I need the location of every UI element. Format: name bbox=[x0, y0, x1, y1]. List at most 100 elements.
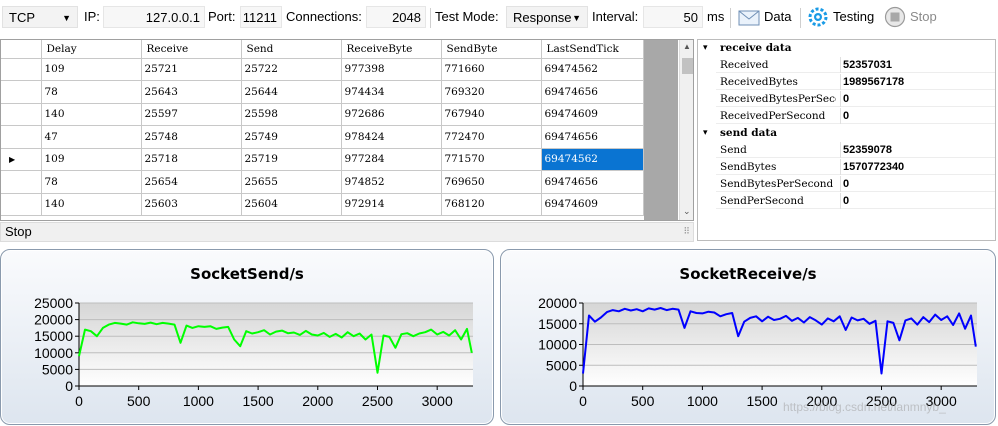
row-header[interactable] bbox=[1, 103, 42, 126]
table-cell[interactable]: 974434 bbox=[341, 80, 442, 104]
receive-chart: 050001000015000200000 500 1000 1500 2000 2500… bbox=[538, 295, 977, 409]
column-header[interactable]: Send bbox=[241, 40, 342, 59]
table-cell[interactable]: 772470 bbox=[441, 125, 542, 149]
property-row[interactable]: ReceivedBytesPerSecond 0 bbox=[716, 91, 995, 107]
table-cell[interactable]: 25604 bbox=[241, 193, 342, 216]
category-send[interactable]: ▾ send data bbox=[698, 125, 995, 141]
table-row[interactable]: 140 25603 25604 972914 768120 69474609 bbox=[1, 193, 644, 216]
vertical-scrollbar[interactable]: ▲ ⌄ bbox=[679, 40, 693, 220]
table-cell[interactable]: 978424 bbox=[341, 125, 442, 149]
table-row[interactable]: ▶ 109 25718 25719 977284 771570 69474562 bbox=[1, 148, 644, 171]
property-key: ReceivedBytes bbox=[720, 76, 798, 88]
row-header[interactable] bbox=[1, 193, 42, 216]
table-cell[interactable]: 767940 bbox=[441, 103, 542, 126]
property-row[interactable]: ReceivedBytes 1989567178 bbox=[716, 74, 995, 90]
table-cell[interactable]: 768120 bbox=[441, 193, 542, 216]
column-header[interactable]: Delay bbox=[41, 40, 142, 59]
table-cell[interactable]: 25597 bbox=[141, 103, 242, 126]
watermark: https://blog.csdn.net/lanmnyb_ bbox=[783, 400, 946, 414]
property-row[interactable]: Received 52357031 bbox=[716, 57, 995, 73]
table-cell[interactable]: 977398 bbox=[341, 58, 442, 81]
row-header[interactable]: ▶ bbox=[1, 148, 42, 171]
ip-input[interactable]: 127.0.0.1 bbox=[103, 6, 205, 28]
table-cell[interactable]: 25598 bbox=[241, 103, 342, 126]
property-row[interactable]: SendBytesPerSecond 0 bbox=[716, 176, 995, 192]
table-cell[interactable]: 69474656 bbox=[541, 125, 644, 149]
table-cell[interactable]: 109 bbox=[41, 58, 142, 81]
table-cell[interactable]: 78 bbox=[41, 170, 142, 194]
table-row[interactable]: 109 25721 25722 977398 771660 69474562 bbox=[1, 58, 644, 81]
send-chart: 0500010000150002000025000 0 500 1000 1500 200… bbox=[34, 295, 473, 409]
table-cell[interactable]: 69474609 bbox=[541, 193, 644, 216]
property-row[interactable]: SendPerSecond 0 bbox=[716, 193, 995, 209]
table-cell[interactable]: 25719 bbox=[241, 148, 342, 171]
column-header[interactable]: LastSendTick bbox=[541, 40, 644, 59]
column-header[interactable]: Receive bbox=[141, 40, 242, 59]
table-cell[interactable]: 25721 bbox=[141, 58, 242, 81]
separator bbox=[430, 8, 431, 28]
table-cell[interactable]: 78 bbox=[41, 80, 142, 104]
table-cell[interactable]: 25718 bbox=[141, 148, 242, 171]
scrollbar-thumb[interactable] bbox=[682, 58, 693, 74]
data-button[interactable]: Data bbox=[736, 0, 796, 36]
table-cell[interactable]: 140 bbox=[41, 193, 142, 216]
table-cell[interactable]: 977284 bbox=[341, 148, 442, 171]
table-cell[interactable]: 25748 bbox=[141, 125, 242, 149]
table-cell[interactable]: 769650 bbox=[441, 170, 542, 194]
table-cell[interactable]: 25644 bbox=[241, 80, 342, 104]
port-input[interactable]: 11211 bbox=[240, 6, 282, 28]
table-cell[interactable]: 69474656 bbox=[541, 80, 644, 104]
separator bbox=[730, 8, 731, 28]
plot-area bbox=[79, 303, 473, 386]
x-tick-label: 1000 bbox=[687, 393, 718, 409]
test-mode-select[interactable]: Response ▼ bbox=[506, 6, 588, 28]
resize-grip-icon[interactable]: ⠿ bbox=[683, 226, 690, 237]
scroll-up-icon[interactable]: ▲ bbox=[683, 42, 691, 51]
table-row[interactable]: 47 25748 25749 978424 772470 69474656 bbox=[1, 125, 644, 149]
table-cell[interactable]: 25643 bbox=[141, 80, 242, 104]
row-header[interactable] bbox=[1, 170, 42, 194]
table-cell[interactable]: 69474656 bbox=[541, 170, 644, 194]
table-row[interactable]: 78 25643 25644 974434 769320 69474656 bbox=[1, 80, 644, 104]
row-header[interactable] bbox=[1, 125, 42, 149]
collapse-icon[interactable]: ▾ bbox=[703, 125, 708, 141]
interval-input[interactable]: 50 bbox=[643, 6, 703, 28]
table-cell[interactable]: 769320 bbox=[441, 80, 542, 104]
selected-cell[interactable]: 69474562 bbox=[541, 148, 644, 171]
testing-button[interactable]: Testing bbox=[806, 0, 880, 36]
table-cell[interactable]: 47 bbox=[41, 125, 142, 149]
collapse-icon[interactable]: ▾ bbox=[703, 40, 708, 56]
column-header[interactable]: ReceiveByte bbox=[341, 40, 442, 59]
scroll-down-icon[interactable]: ⌄ bbox=[683, 206, 691, 217]
category-receive[interactable]: ▾ receive data bbox=[698, 40, 995, 56]
row-header-corner bbox=[1, 40, 42, 59]
table-cell[interactable]: 972914 bbox=[341, 193, 442, 216]
table-cell[interactable]: 25749 bbox=[241, 125, 342, 149]
property-row[interactable]: ReceivedPerSecond 0 bbox=[716, 108, 995, 124]
table-cell[interactable]: 25722 bbox=[241, 58, 342, 81]
property-row[interactable]: Send 52359078 bbox=[716, 142, 995, 158]
protocol-select[interactable]: TCP ▼ bbox=[2, 6, 78, 28]
stop-button[interactable]: Stop bbox=[884, 0, 954, 36]
table-cell[interactable]: 771660 bbox=[441, 58, 542, 81]
table-cell[interactable]: 974852 bbox=[341, 170, 442, 194]
table-cell[interactable]: 69474562 bbox=[541, 58, 644, 81]
table-cell[interactable]: 25603 bbox=[141, 193, 242, 216]
table-cell[interactable]: 25655 bbox=[241, 170, 342, 194]
table-cell[interactable]: 69474609 bbox=[541, 103, 644, 126]
table-cell[interactable]: 25654 bbox=[141, 170, 242, 194]
property-key: SendPerSecond bbox=[720, 195, 804, 207]
table-row[interactable]: 78 25654 25655 974852 769650 69474656 bbox=[1, 170, 644, 194]
separator bbox=[800, 8, 801, 28]
table-cell[interactable]: 972686 bbox=[341, 103, 442, 126]
connections-input[interactable]: 2048 bbox=[366, 6, 426, 28]
property-key: Received bbox=[720, 59, 769, 71]
property-row[interactable]: SendBytes 1570772340 bbox=[716, 159, 995, 175]
column-header[interactable]: SendByte bbox=[441, 40, 542, 59]
table-cell[interactable]: 109 bbox=[41, 148, 142, 171]
row-header[interactable] bbox=[1, 58, 42, 81]
row-header[interactable] bbox=[1, 80, 42, 104]
table-row[interactable]: 140 25597 25598 972686 767940 69474609 bbox=[1, 103, 644, 126]
table-cell[interactable]: 771570 bbox=[441, 148, 542, 171]
table-cell[interactable]: 140 bbox=[41, 103, 142, 126]
